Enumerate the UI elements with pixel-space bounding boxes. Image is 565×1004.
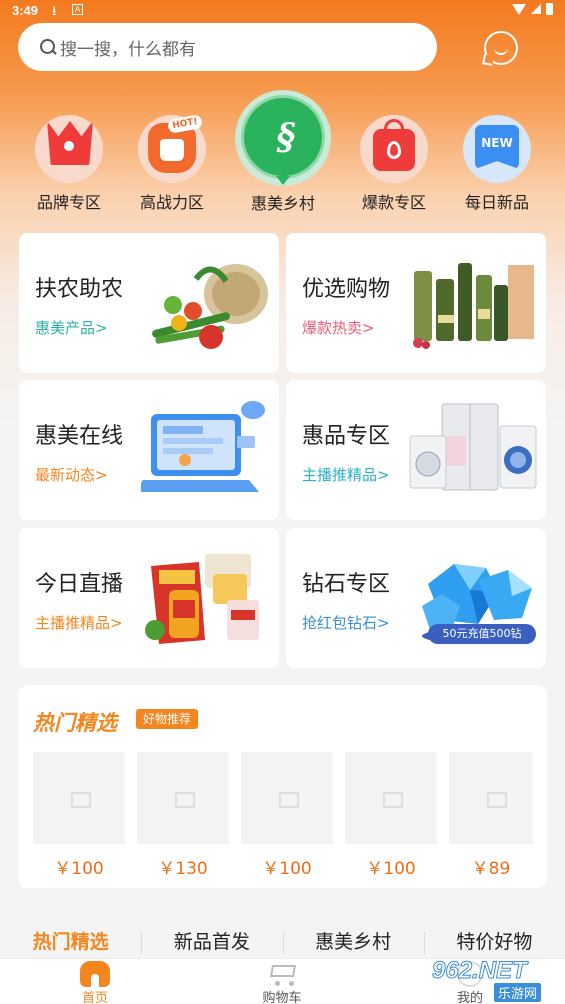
card-online[interactable]: 惠美在线 最新动态> [19,380,279,520]
card-title: 钻石专区 [302,571,391,596]
download-icon: ⭳ [52,3,57,18]
category-label: 品牌专区 [36,193,101,212]
category-label: 每日新品 [464,193,529,212]
category-label: 爆款专区 [361,193,426,212]
status-time: 3:49 [12,3,39,18]
product-card[interactable]: ￥130 [137,752,229,879]
card-selected-shopping[interactable]: 优选购物 爆款热卖> [286,233,546,373]
hot-picks-title: 热门精选 [33,712,117,735]
search-placeholder: 搜一搜，什么都有 [60,39,196,60]
category-brand[interactable]: 品牌专区 [19,88,119,213]
nav-label: 首页 [81,991,108,1004]
card-subtitle: 惠美产品> [35,319,108,337]
crown-icon [35,115,103,183]
card-farm-aid[interactable]: 扶农助农 惠美产品> [19,233,279,373]
card-subtitle: 主播推精品> [302,466,390,484]
site-watermark: 962.NET 乐游网 [432,955,562,1002]
card-diamond-zone[interactable]: 钻石专区 抢红包钻石> 50元充值500钻 [286,528,546,668]
message-icon[interactable] [484,31,518,65]
product-card[interactable]: ￥100 [241,752,333,879]
product-image-placeholder [449,752,533,844]
home-appliances-image [409,403,537,491]
new-badge: NEW [475,125,519,169]
product-price: ￥100 [262,859,312,879]
product-price: ￥100 [54,859,104,879]
product-image-placeholder [345,752,437,844]
category-label: 高战力区 [139,193,204,212]
category-new[interactable]: NEW 每日新品 [447,88,547,213]
tab-new-arrivals[interactable]: 新品首发 [141,926,282,960]
product-price: ￥130 [158,859,208,879]
fist-icon: HOT! [138,114,206,183]
card-premium-zone[interactable]: 惠品专区 主播推精品> [286,380,546,520]
status-bar: 3:49 ⭳ A [0,0,565,22]
category-label: 惠美乡村 [250,194,315,213]
home-icon [80,961,110,987]
category-power[interactable]: HOT! 高战力区 [122,88,222,213]
shopping-bag-icon [360,115,428,183]
product-price: ￥100 [366,859,416,879]
nav-label: 购物车 [262,991,302,1004]
hot-picks-panel: 热门精选 好物推荐 ￥100 ￥130 ￥100 ￥100 ￥89 [18,685,547,888]
card-subtitle: 抢红包钻石> [302,614,390,632]
cart-icon [267,961,297,987]
watermark-sub: 乐游网 [494,983,542,1002]
signal-icon [531,4,541,14]
diamond-recharge-badge: 50元充值500钻 [428,624,536,644]
product-image-placeholder [137,752,229,844]
new-badge-icon: NEW [463,115,531,183]
nav-home[interactable]: 首页 [55,961,135,1004]
village-logo-icon: § [235,90,331,186]
card-title: 优选购物 [302,276,391,301]
search-icon [40,39,56,55]
card-subtitle: 爆款热卖> [302,319,375,337]
wifi-icon [512,3,526,15]
product-card[interactable]: ￥89 [449,752,533,879]
battery-icon [546,3,553,15]
card-title: 惠品专区 [302,423,391,448]
vegetable-basket-image [152,264,268,349]
laptop-illustration [141,401,265,492]
card-subtitle: 最新动态> [35,466,108,484]
product-card[interactable]: ￥100 [33,752,125,879]
hot-badge: HOT! [167,114,203,134]
product-price: ￥89 [471,859,511,879]
card-live-today[interactable]: 今日直播 主播推精品> [19,528,279,668]
tab-hot-picks[interactable]: 热门精选 [0,926,141,960]
tab-village[interactable]: 惠美乡村 [282,926,424,960]
watermark-main: 962.NET [432,957,528,985]
card-title: 今日直播 [35,571,124,596]
product-image-placeholder [33,752,125,844]
category-hot[interactable]: 爆款专区 [344,88,444,213]
search-input[interactable]: 搜一搜，什么都有 [18,23,437,71]
card-title: 扶农助农 [35,276,124,301]
category-village[interactable]: § 惠美乡村 [233,88,333,214]
category-row: 品牌专区 HOT! 高战力区 § 惠美乡村 爆款专区 NEW 每日新品 [0,88,565,218]
card-subtitle: 主播推精品> [35,614,123,632]
status-a-icon: A [72,4,83,15]
product-image-placeholder [241,752,333,844]
cosmetics-set-image [413,263,534,349]
gift-products-image [145,554,259,644]
hot-picks-tag: 好物推荐 [136,709,199,729]
card-title: 惠美在线 [35,423,124,448]
product-card[interactable]: ￥100 [345,752,437,879]
nav-cart[interactable]: 购物车 [242,961,322,1004]
